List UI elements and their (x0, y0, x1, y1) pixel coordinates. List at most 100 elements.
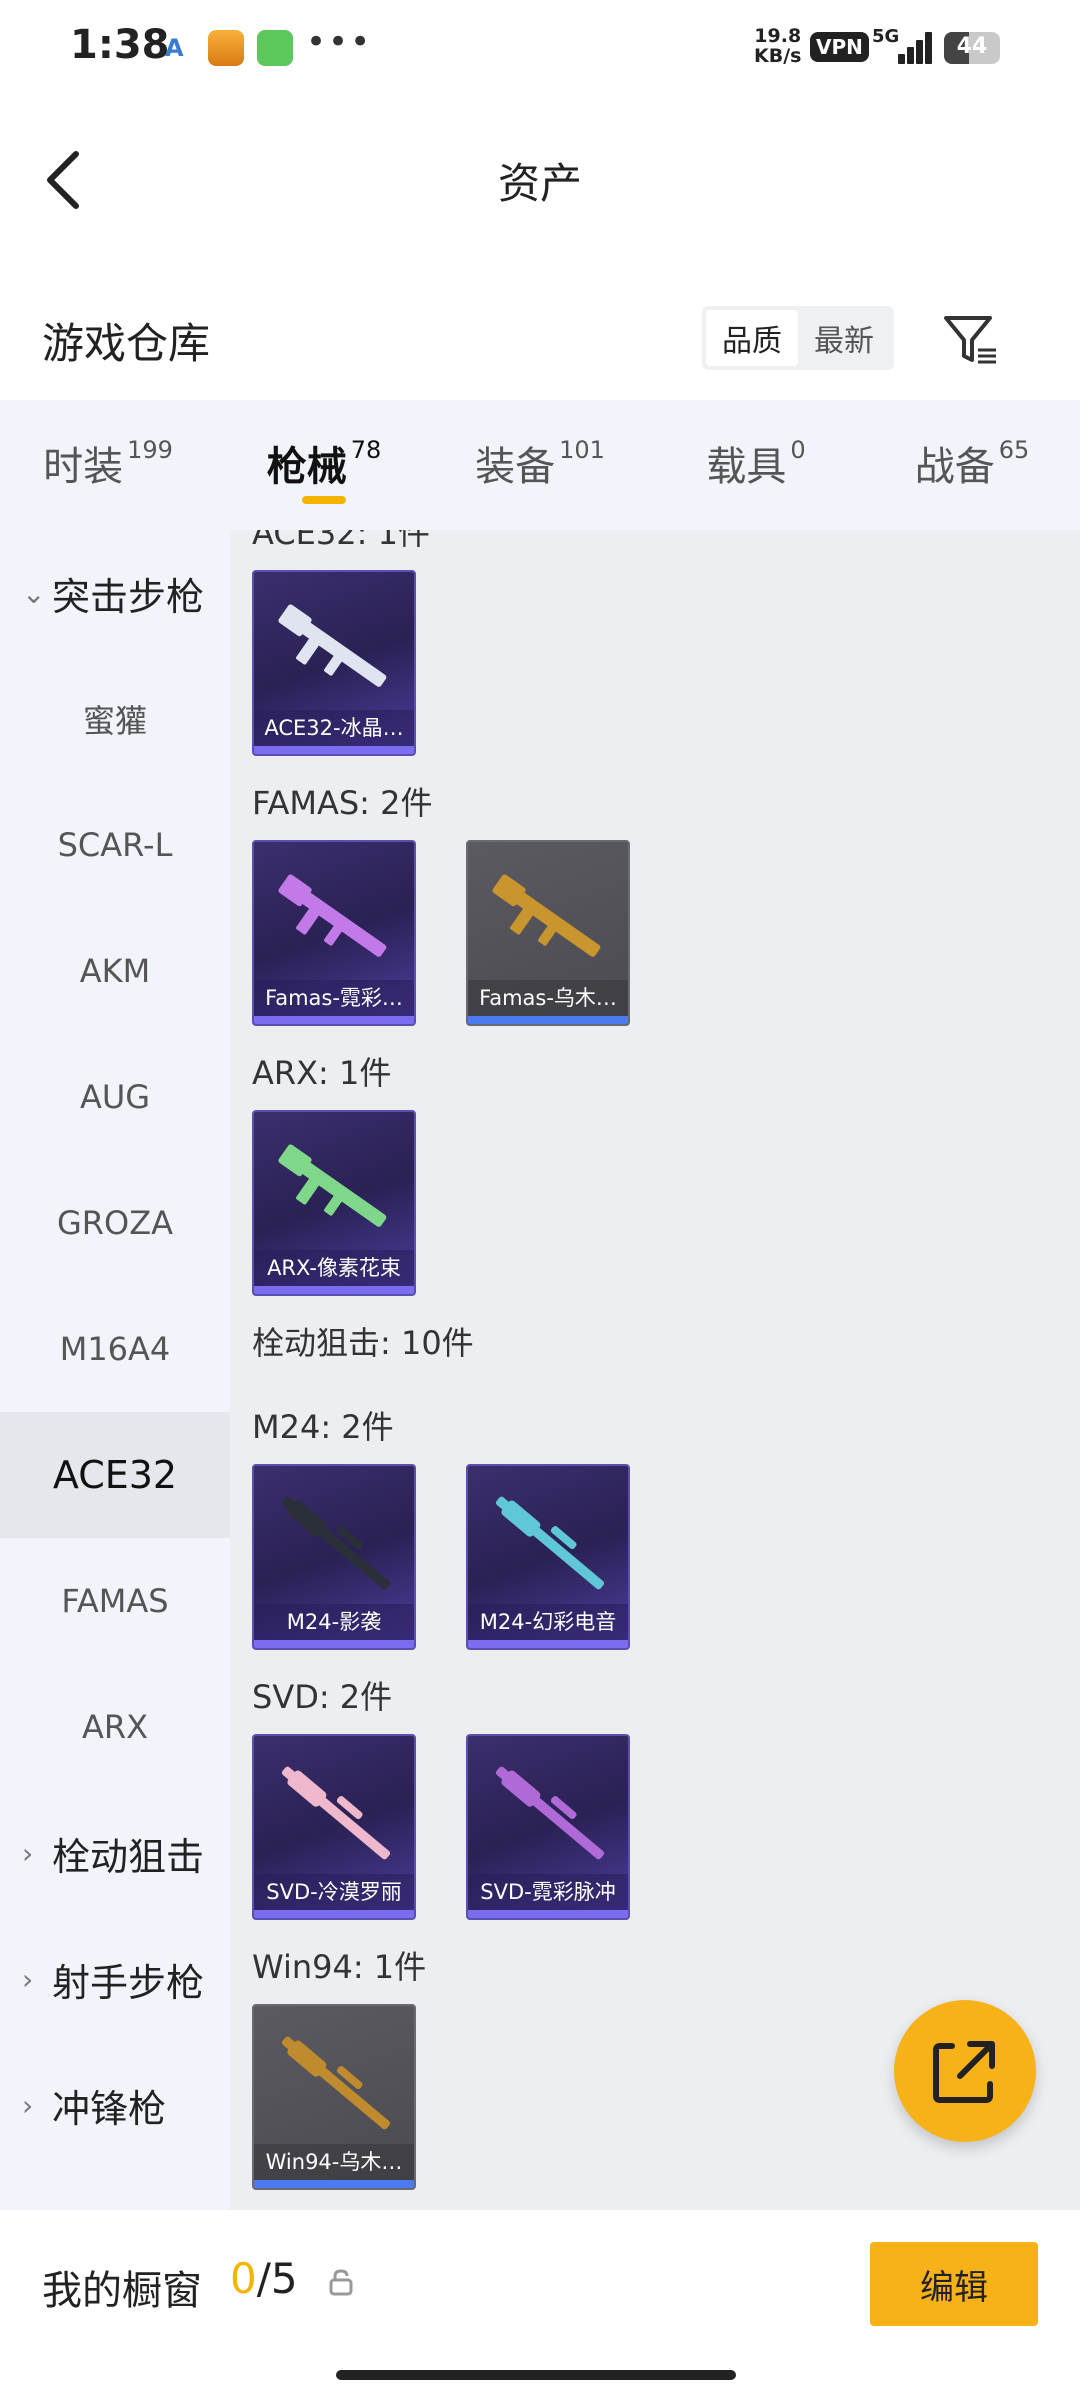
edit-button[interactable]: 编辑 (870, 2242, 1038, 2326)
sidebar-category-bolt-action[interactable]: › 栓动狙击 (0, 1790, 230, 1916)
sidebar-item-arx[interactable]: ARX (0, 1664, 230, 1790)
network-speed-value: 19.8 (754, 25, 802, 47)
network-speed: 19.8 KB/s (754, 26, 801, 66)
category-tabs: 时装 199 枪械 78 装备 101 载具 0 战备 65 (0, 400, 1080, 530)
tab-battle-gear[interactable]: 战备 65 (864, 400, 1080, 530)
weapon-card[interactable]: Win94-乌木… (252, 2004, 416, 2190)
rifle-icon (278, 874, 387, 957)
top-bar: 资产 (0, 130, 1080, 230)
tab-label: 枪械 (266, 444, 347, 490)
sidebar-item-label: 射手步枪 (52, 1960, 205, 2005)
more-notifications-icon: ••• (306, 22, 373, 62)
sniper-rifle-icon (281, 2036, 391, 2130)
showcase-max: 5 (270, 2254, 298, 2303)
app-a-icon: A (165, 34, 184, 62)
group-header: ACE32: 1件 (252, 530, 430, 552)
sidebar-item-label: AKM (79, 952, 151, 990)
rifle-icon (492, 874, 601, 957)
sidebar-item-aug[interactable]: AUG (0, 1034, 230, 1160)
sidebar-item-groza[interactable]: GROZA (0, 1160, 230, 1286)
weapon-name: ACE32-冰晶… (254, 710, 414, 746)
tab-fashion[interactable]: 时装 199 (0, 400, 216, 530)
sidebar-item-famas[interactable]: FAMAS (0, 1538, 230, 1664)
weapon-name: Famas-霓彩… (254, 980, 414, 1016)
battery-icon: 44 (944, 32, 1000, 64)
filter-button[interactable] (940, 310, 1000, 370)
weapon-name: SVD-冷漠罗丽 (254, 1874, 414, 1910)
sniper-rifle-icon (495, 1496, 605, 1590)
rarity-bar (468, 1016, 628, 1024)
weapon-card[interactable]: Famas-乌木… (466, 840, 630, 1026)
sidebar-item-honey-badger[interactable]: 蜜獾 (0, 656, 230, 782)
tab-equipment[interactable]: 装备 101 (432, 400, 648, 530)
weapon-card[interactable]: M24-影袭 (252, 1464, 416, 1650)
tab-firearms[interactable]: 枪械 78 (216, 400, 432, 530)
sidebar-item-label: ACE32 (52, 1453, 178, 1497)
rarity-bar (254, 1640, 414, 1648)
sidebar-item-label: AUG (79, 1078, 151, 1116)
group-header: 栓动狙击: 10件 (252, 1324, 474, 1362)
sort-option-newest[interactable]: 最新 (798, 310, 890, 366)
rarity-bar (254, 1910, 414, 1918)
warehouse-header: 游戏仓库 品质 最新 (0, 290, 1080, 390)
tab-label: 时装 (43, 444, 124, 490)
weapon-card[interactable]: SVD-霓彩脉冲 (466, 1734, 630, 1920)
sidebar-item-scar-l[interactable]: SCAR-L (0, 782, 230, 908)
sidebar-item-label: GROZA (56, 1204, 174, 1242)
tab-vehicles[interactable]: 载具 0 (648, 400, 864, 530)
warehouse-title: 游戏仓库 (42, 319, 211, 368)
home-indicator (336, 2370, 736, 2380)
sidebar-item-label: ARX (81, 1708, 149, 1746)
weapon-card[interactable]: SVD-冷漠罗丽 (252, 1734, 416, 1920)
status-bar: 1:38 A ••• 19.8 KB/s VPN 5G 44 (0, 0, 1080, 100)
rarity-bar (468, 1910, 628, 1918)
tool-app-icon (257, 30, 293, 66)
sidebar-category-assault-rifles[interactable]: ⌄ 突击步枪 (0, 530, 230, 656)
game-app-icon (208, 30, 244, 66)
rifle-icon (278, 1144, 387, 1227)
showcase-title: 我的橱窗 (42, 2268, 202, 2314)
sort-option-quality[interactable]: 品质 (706, 310, 798, 366)
sniper-rifle-icon (495, 1766, 605, 1860)
chevron-right-icon: › (22, 2088, 34, 2122)
sidebar-item-m16a4[interactable]: M16A4 (0, 1286, 230, 1412)
vpn-badge: VPN (810, 32, 869, 62)
tab-count: 199 (127, 436, 173, 464)
signal-icon (894, 30, 934, 64)
active-tab-indicator (302, 496, 346, 504)
share-fab[interactable] (894, 2000, 1036, 2142)
weapon-card[interactable]: M24-幻彩电音 (466, 1464, 630, 1650)
network-speed-unit: KB/s (754, 45, 802, 67)
weapon-name: M24-幻彩电音 (468, 1604, 628, 1640)
chevron-right-icon: › (22, 1836, 34, 1870)
sidebar-category-marksman[interactable]: › 射手步枪 (0, 1916, 230, 2042)
share-icon (933, 2041, 995, 2103)
weapon-grid: ACE32: 1件 ACE32-冰晶… FAMAS: 2件 Famas-霓彩… … (230, 530, 1080, 2210)
showcase-current: 0 (230, 2254, 257, 2303)
rarity-bar (468, 1640, 628, 1648)
weapon-card[interactable]: ACE32-冰晶… (252, 570, 416, 756)
sidebar-item-label: SCAR-L (57, 826, 173, 864)
weapon-name: Famas-乌木… (468, 980, 628, 1016)
weapon-name: Win94-乌木… (254, 2144, 414, 2180)
weapon-card[interactable]: ARX-像素花束 (252, 1110, 416, 1296)
tab-count: 78 (350, 436, 382, 464)
sidebar-item-ace32[interactable]: ACE32 (0, 1412, 230, 1538)
group-header: SVD: 2件 (252, 1678, 393, 1716)
sidebar-category-smg[interactable]: › 冲锋枪 (0, 2042, 230, 2168)
page-title: 资产 (497, 159, 582, 208)
group-header: ARX: 1件 (252, 1054, 392, 1092)
sidebar-item-akm[interactable]: AKM (0, 908, 230, 1034)
sidebar-item-label: M16A4 (59, 1330, 171, 1368)
weapon-card[interactable]: Famas-霓彩… (252, 840, 416, 1026)
chevron-right-icon: › (22, 1962, 34, 1996)
lock-icon (329, 2269, 353, 2296)
rarity-bar (254, 2180, 414, 2188)
weapon-name: ARX-像素花束 (254, 1250, 414, 1286)
weapon-name: M24-影袭 (254, 1604, 414, 1640)
status-time: 1:38 (70, 22, 170, 68)
weapon-sidebar: ⌄ 突击步枪 蜜獾 SCAR-L AKM AUG GROZA M16A4 ACE… (0, 530, 230, 2210)
tab-count: 65 (998, 436, 1030, 464)
tab-count: 0 (790, 436, 806, 464)
rarity-bar (254, 1016, 414, 1024)
